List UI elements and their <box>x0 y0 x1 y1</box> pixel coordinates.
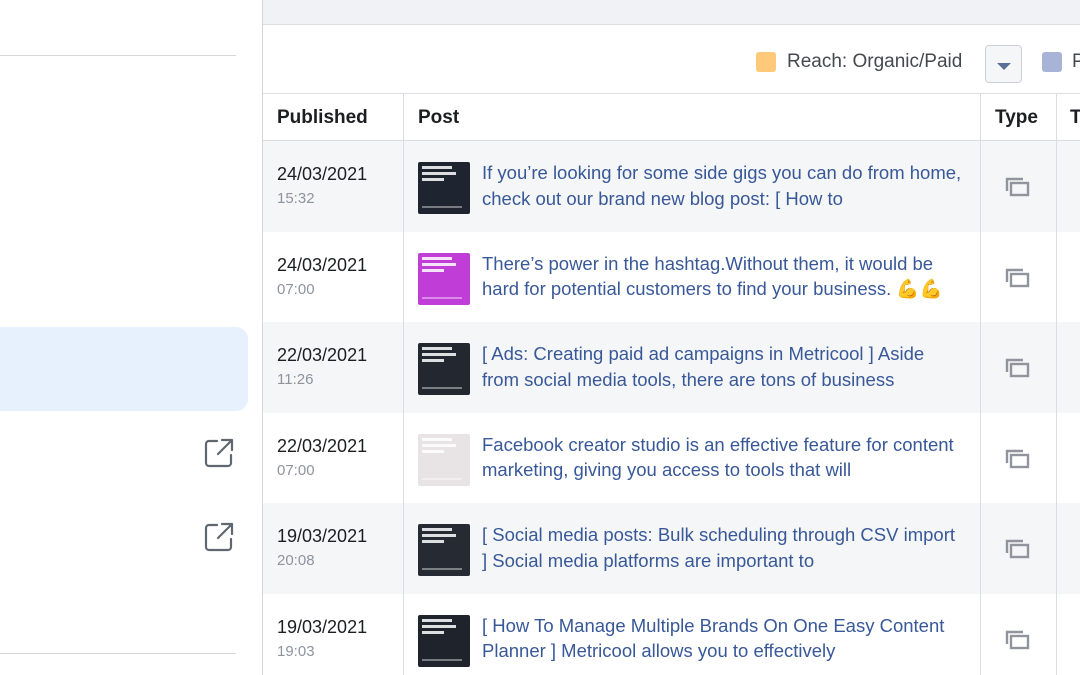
published-time: 15:32 <box>277 190 315 207</box>
multi-photo-icon <box>1005 177 1030 197</box>
published-time: 07:00 <box>277 461 315 479</box>
table-row[interactable]: 24/03/2021 07:00 There’s power in the hash… <box>263 231 1080 322</box>
published-time: 11:26 <box>277 371 314 388</box>
post-thumbnail[interactable] <box>418 343 470 395</box>
column-divider <box>403 94 404 141</box>
table-row[interactable]: 22/03/2021 11:26 [ Ads: Creating paid ad c… <box>263 322 1080 413</box>
multi-photo-icon <box>1005 539 1030 559</box>
posts-panel: Reach: Organic/Paid P Published Post Typ… <box>262 0 1080 675</box>
published-time: 20:08 <box>277 552 315 569</box>
multi-photo-icon <box>1005 268 1030 287</box>
post-link[interactable]: [ How To Manage Multiple Brands On One E… <box>482 613 962 664</box>
legend-label-reach: Reach: Organic/Paid <box>787 51 963 72</box>
multi-photo-icon <box>1005 630 1030 649</box>
table-row[interactable]: 22/03/2021 07:00 Facebook creator studio i… <box>263 412 1080 503</box>
legend-dropdown-button[interactable] <box>985 45 1022 83</box>
chart-legend-bar: Reach: Organic/Paid P <box>263 25 1080 94</box>
table-header: Published Post Type T <box>263 94 1080 141</box>
legend-label-second: P <box>1072 51 1080 72</box>
sidebar-divider <box>0 653 236 654</box>
published-date: 24/03/2021 <box>277 164 368 184</box>
legend-swatch-second <box>1042 52 1062 72</box>
post-link[interactable]: [ Social media posts: Bulk scheduling th… <box>482 522 962 573</box>
post-thumbnail[interactable] <box>418 433 470 486</box>
table-row[interactable]: 19/03/2021 20:08 [ Social media posts: Bul… <box>263 503 1080 594</box>
published-time: 07:00 <box>277 280 315 298</box>
published-date: 22/03/2021 <box>277 435 368 456</box>
insights-page: Reach: Organic/Paid P Published Post Typ… <box>0 0 1080 675</box>
column-header-extra[interactable]: T <box>1056 94 1080 141</box>
table-body: 24/03/2021 15:32 If you’re looking for som… <box>263 141 1080 675</box>
post-link[interactable]: Facebook creator studio is an effective … <box>482 432 962 483</box>
post-thumbnail[interactable] <box>418 162 470 214</box>
column-divider <box>980 141 981 675</box>
post-thumbnail[interactable] <box>418 252 470 305</box>
table-row[interactable]: 19/03/2021 19:03 [ How To Manage Multiple … <box>263 593 1080 675</box>
post-link[interactable]: If you’re looking for some side gigs you… <box>482 160 962 211</box>
published-date: 22/03/2021 <box>277 345 368 365</box>
sidebar-item-selected[interactable] <box>0 327 248 411</box>
column-divider <box>1056 94 1057 141</box>
post-thumbnail[interactable] <box>418 524 470 576</box>
chevron-down-icon <box>997 63 1011 70</box>
post-link[interactable]: There’s power in the hashtag.Without the… <box>482 251 962 302</box>
multi-photo-icon <box>1005 358 1030 378</box>
column-header-type[interactable]: Type <box>981 94 1038 141</box>
published-time: 19:03 <box>277 642 315 660</box>
column-divider <box>980 94 981 141</box>
column-header-post[interactable]: Post <box>404 94 459 141</box>
external-link-icon[interactable] <box>203 437 235 469</box>
posts-table: Published Post Type T 24/03/2021 15:32 If … <box>263 94 1080 675</box>
published-date: 19/03/2021 <box>277 616 368 637</box>
column-divider <box>403 141 404 675</box>
sidebar-divider <box>0 55 236 56</box>
table-row[interactable]: 24/03/2021 15:32 If you’re looking for som… <box>263 141 1080 232</box>
sidebar <box>0 0 262 675</box>
column-header-published[interactable]: Published <box>263 94 368 141</box>
published-date: 19/03/2021 <box>277 526 368 546</box>
multi-photo-icon <box>1005 449 1030 468</box>
post-link[interactable]: [ Ads: Creating paid ad campaigns in Met… <box>482 341 962 392</box>
published-date: 24/03/2021 <box>277 254 368 275</box>
external-link-icon[interactable] <box>203 521 235 553</box>
legend-swatch-reach <box>756 52 776 72</box>
top-strip <box>263 0 1080 25</box>
post-thumbnail[interactable] <box>418 614 470 667</box>
column-divider <box>1056 141 1057 675</box>
